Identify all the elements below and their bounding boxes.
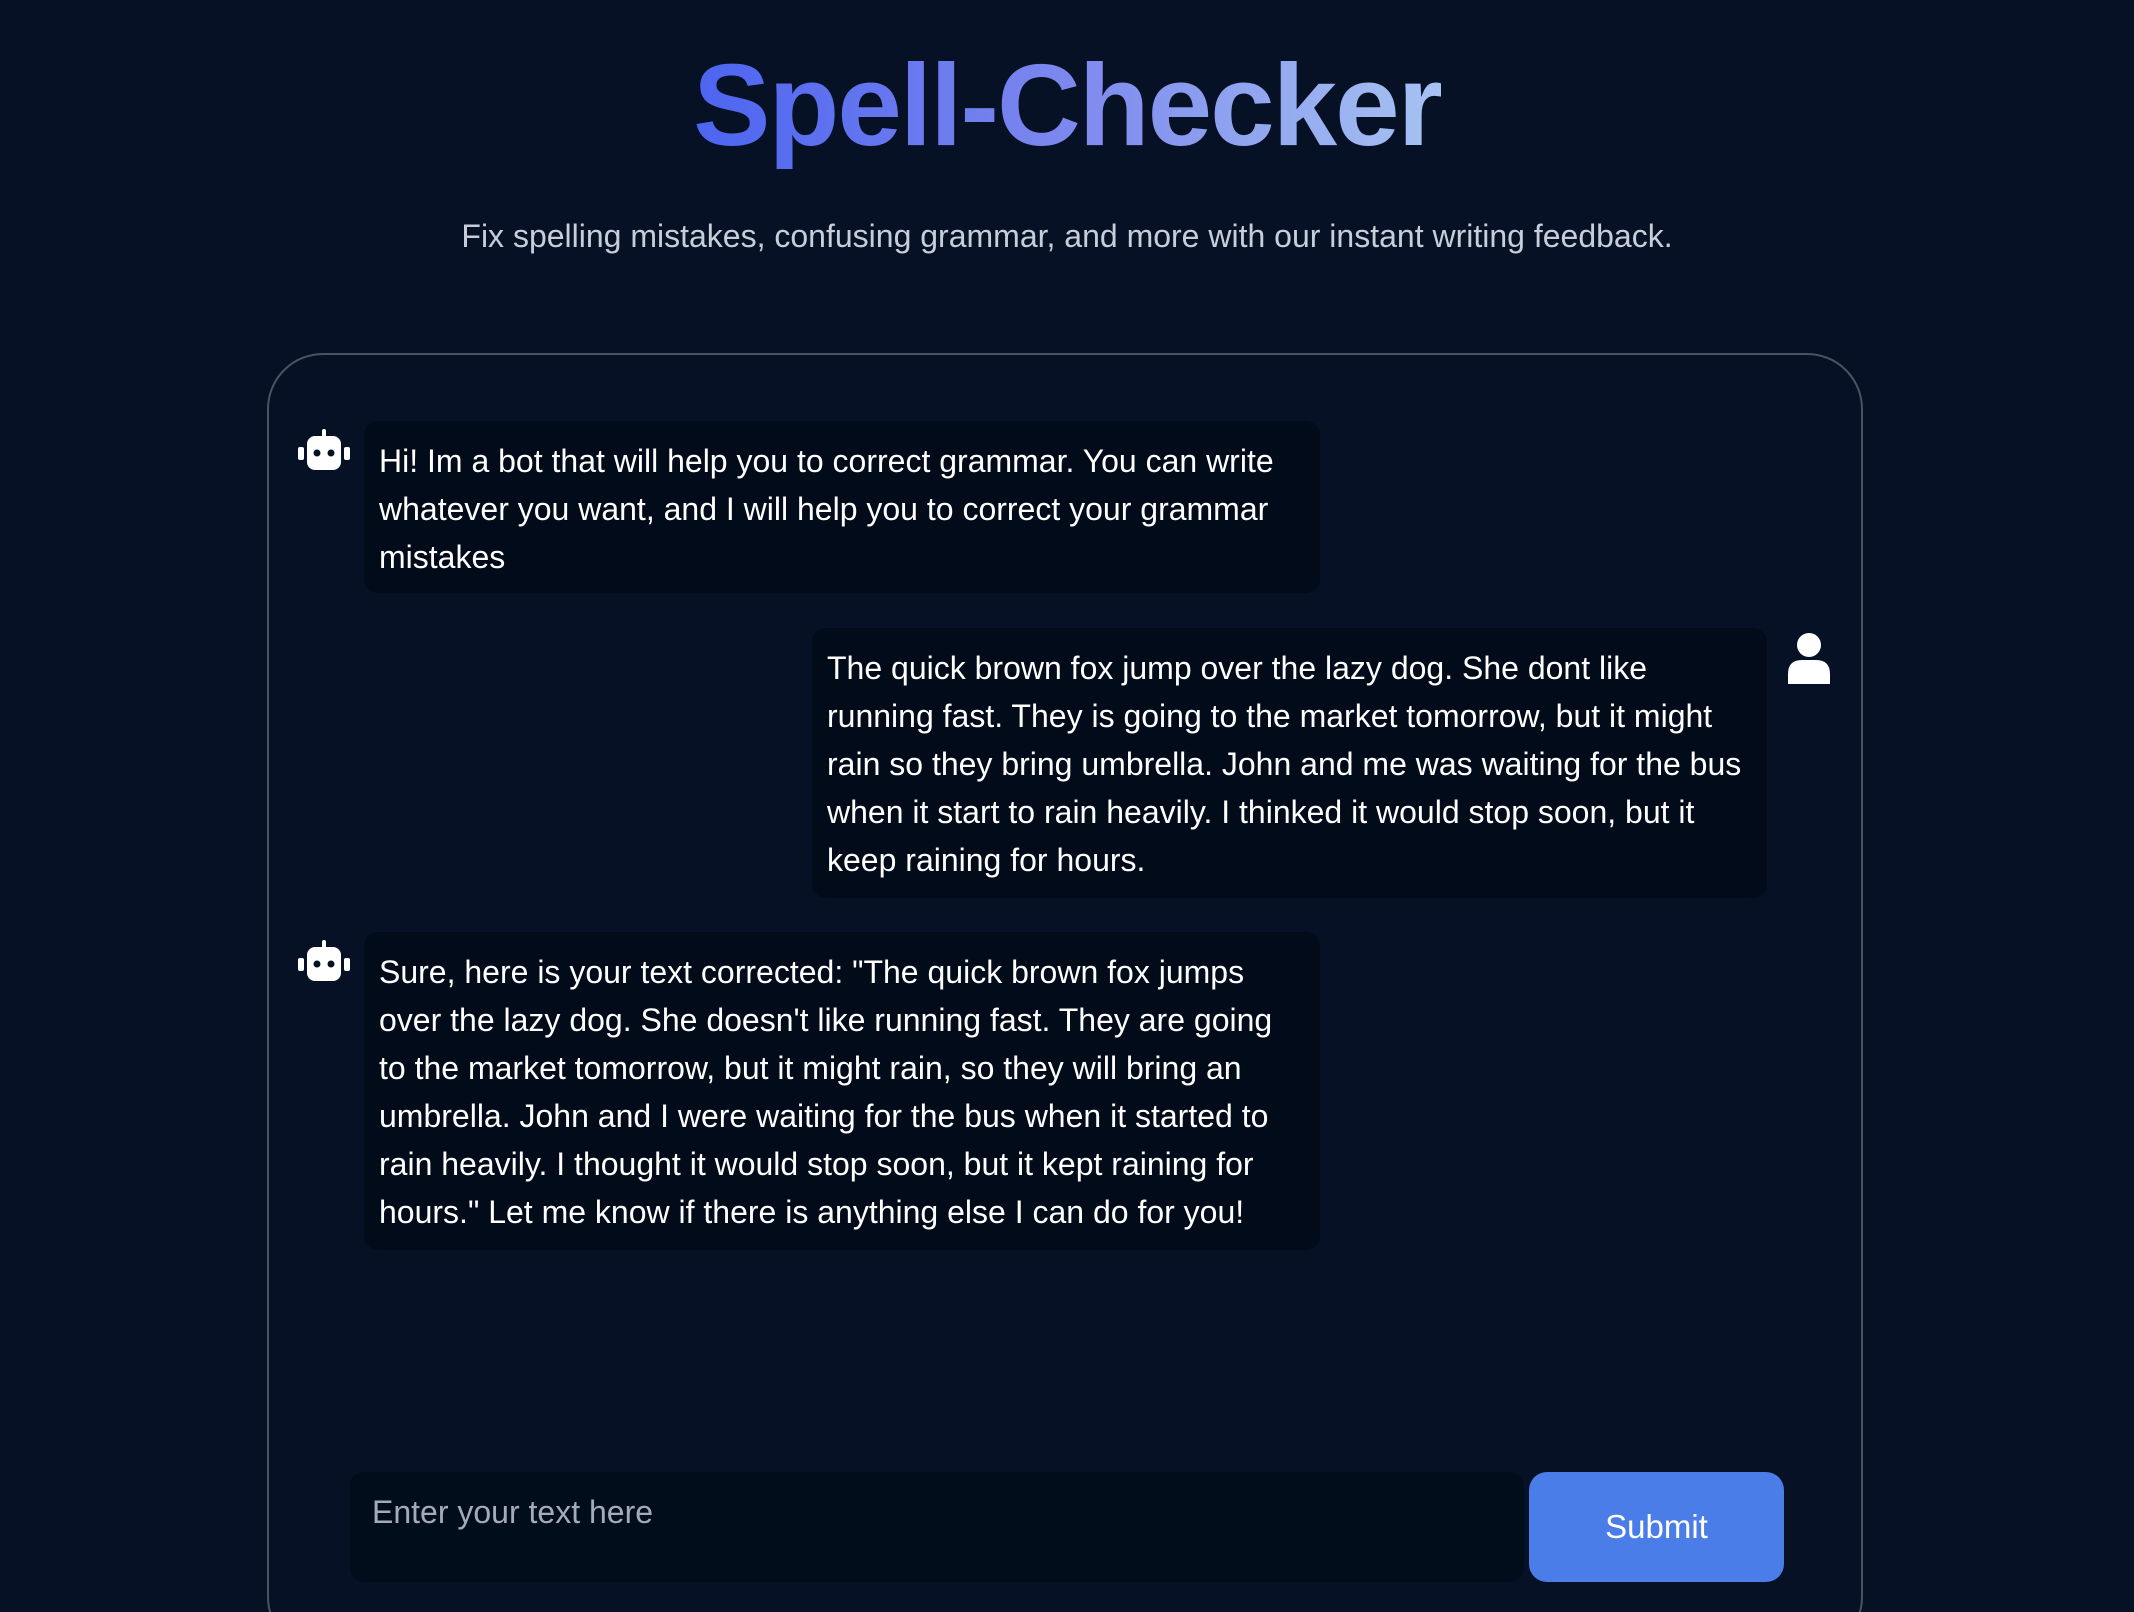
bot-message-bubble: Sure, here is your text corrected: "The … bbox=[364, 932, 1320, 1250]
user-message-bubble: The quick brown fox jump over the lazy d… bbox=[812, 628, 1767, 898]
bot-message-text: Hi! Im a bot that will help you to corre… bbox=[379, 443, 1274, 575]
user-message-text: The quick brown fox jump over the lazy d… bbox=[827, 650, 1742, 878]
robot-icon bbox=[298, 940, 350, 981]
robot-icon bbox=[298, 429, 350, 470]
submit-button[interactable]: Submit bbox=[1529, 1472, 1784, 1582]
text-input[interactable] bbox=[350, 1472, 1524, 1582]
page-title: Spell-Checker bbox=[693, 40, 1443, 170]
bot-message-text: Sure, here is your text corrected: "The … bbox=[379, 954, 1273, 1230]
user-icon bbox=[1788, 633, 1830, 684]
bot-message-bubble: Hi! Im a bot that will help you to corre… bbox=[364, 421, 1320, 593]
page-subtitle: Fix spelling mistakes, confusing grammar… bbox=[461, 218, 1673, 254]
spell-checker-page: Spell-Checker Fix spelling mistakes, con… bbox=[0, 0, 2134, 1612]
